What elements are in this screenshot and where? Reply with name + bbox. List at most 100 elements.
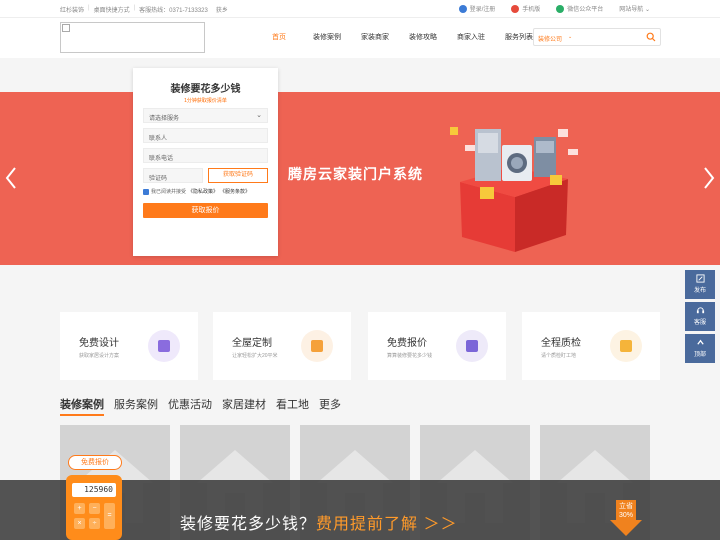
privacy-link[interactable]: 《隐私政策》 [188, 188, 218, 195]
phone-input[interactable]: 联系电话 [143, 148, 268, 163]
calc-key-minus: − [89, 503, 100, 514]
calculator-display: 125960 [72, 483, 116, 497]
arrow-up-icon [696, 339, 704, 345]
cabinet-icon [301, 330, 333, 362]
separator: | [133, 5, 136, 11]
tab-item[interactable]: 装修案例 [60, 396, 104, 416]
terms-link[interactable]: 《服务条款》 [220, 188, 250, 195]
service-card[interactable]: 全屋定制让家轻松扩大20平米 [213, 312, 351, 380]
agree-text: 我已阅读并接受 [151, 189, 187, 195]
top-link[interactable]: 桌面快捷方式 [94, 5, 130, 14]
top-right-link[interactable]: 手机版 [511, 4, 540, 13]
wechat-icon [556, 4, 565, 13]
float-top-label: 顶部 [693, 352, 706, 358]
search-category[interactable]: 装修公司 [538, 34, 562, 43]
service-title: 免费报价 [387, 338, 427, 349]
code-input[interactable]: 验证码 [143, 168, 203, 183]
top-right-links: 登录/注册 手机版 微信公众平台 网站导航 ⌄ [458, 4, 650, 13]
logo-image-broken[interactable] [60, 22, 205, 53]
free-quote-tag[interactable]: 免费报价 [68, 455, 122, 470]
service-card[interactable]: 免费设计获取家居设计方案 [60, 312, 198, 380]
service-card[interactable]: 全程质检 请个质检盯工地 [522, 312, 660, 380]
service-select-value: 请选择服务 [149, 116, 180, 122]
service-select[interactable]: 请选择服务 ⌄ [143, 108, 268, 123]
worker-helmet-icon [610, 330, 642, 362]
top-link[interactable]: 获乡 [216, 5, 228, 14]
service-title: 全屋定制 [232, 338, 272, 349]
top-right-link[interactable]: 微信公众平台 [556, 4, 603, 13]
search-box[interactable]: 装修公司 ⌄ [533, 28, 661, 46]
discount-text: 立省 30% [610, 502, 642, 520]
form-title: 装修要花多少钱 [170, 84, 241, 95]
float-publish-button[interactable]: 发布 [685, 270, 715, 299]
next-arrow-icon[interactable] [702, 166, 716, 190]
tab-item[interactable]: 看工地 [276, 396, 309, 416]
calc-key-equals: = [104, 503, 115, 529]
calculator-icon: 125960 + − × ÷ = [66, 475, 122, 540]
user-icon [458, 4, 467, 13]
get-quote-button[interactable]: 获取报价 [143, 203, 268, 218]
main-nav: 首页 装修案例 家装商家 装修攻略 商家入驻 服务列表 [255, 32, 543, 42]
appliances-gift-box-illustration [450, 127, 578, 252]
top-right-label: 登录/注册 [469, 7, 496, 13]
nav-item[interactable]: 装修攻略 [399, 32, 447, 42]
tab-item[interactable]: 更多 [319, 396, 341, 416]
design-pen-icon [148, 330, 180, 362]
float-service-button[interactable]: 客服 [685, 302, 715, 331]
chevron-down-icon: ⌄ [256, 112, 262, 119]
top-link[interactable]: 红杉装饰 [60, 5, 84, 14]
headset-icon [696, 307, 704, 314]
service-title: 免费设计 [79, 338, 119, 349]
broken-image-icon [62, 24, 70, 32]
service-card[interactable]: 免费报价算算装修要花多少钱 [368, 312, 506, 380]
top-right-label: 微信公众平台 [567, 7, 604, 13]
top-right-label: 网站导航 ⌄ [619, 7, 650, 13]
discount-line2: 30% [618, 512, 633, 519]
promo-highlight-text[interactable]: 费用提前了解 ＞＞ [316, 516, 457, 533]
calc-key-plus: + [74, 503, 85, 514]
agree-checkbox[interactable] [143, 188, 149, 195]
promo-main-text: 装修要花多少钱？ [180, 516, 317, 533]
tab-item[interactable]: 优惠活动 [168, 396, 212, 416]
discount-line1: 立省 [619, 503, 633, 510]
top-links: 红杉装饰 | 桌面快捷方式 | 客服热线：0371-7133323 获乡 [60, 5, 228, 14]
top-bar: 红杉装饰 | 桌面快捷方式 | 客服热线：0371-7133323 获乡 登录/注册 手机版… [0, 0, 720, 18]
promo-text: 装修要花多少钱？费用提前了解 ＞＞ [180, 510, 457, 534]
contact-input[interactable]: 联系人 [143, 128, 268, 143]
hero-banner: 腾房云家装门户系统 [0, 92, 720, 265]
calc-key-times: × [74, 518, 85, 529]
agreement-row: 我已阅读并接受 《隐私政策》 《服务条款》 [143, 188, 250, 195]
float-publish-label: 发布 [693, 288, 706, 294]
float-top-button[interactable]: 顶部 [685, 334, 715, 363]
service-subtitle: 获取家居设计方案 [79, 353, 120, 359]
service-subtitle: 请个质检盯工地 [541, 353, 577, 359]
header: 首页 装修案例 家装商家 装修攻略 商家入驻 服务列表 装修公司 ⌄ [0, 18, 720, 58]
nav-item[interactable]: 装修案例 [303, 32, 351, 42]
tab-item[interactable]: 家居建材 [222, 396, 266, 416]
tab-item[interactable]: 服务案例 [114, 396, 158, 416]
banner-title: 腾房云家装门户系统 [288, 166, 423, 182]
top-link[interactable]: 客服热线：0371-7133323 [139, 5, 208, 14]
float-service-label: 客服 [693, 320, 706, 326]
prev-arrow-icon[interactable] [4, 166, 18, 190]
separator: | [88, 5, 90, 11]
service-subtitle: 算算装修要花多少钱 [387, 353, 433, 359]
edit-icon [695, 274, 705, 283]
form-subtitle: 1分钟获取报价清单 [184, 98, 227, 104]
case-tabs: 装修案例 服务案例 优惠活动 家居建材 看工地 更多 [60, 396, 341, 416]
top-right-link[interactable]: 网站导航 ⌄ [619, 4, 650, 13]
top-right-link[interactable]: 登录/注册 [458, 4, 496, 13]
discount-badge[interactable]: 立省 30% [610, 500, 642, 536]
calculator-icon [456, 330, 488, 362]
nav-item[interactable]: 家装商家 [351, 32, 399, 42]
chevron-down-icon: ⌄ [568, 34, 573, 40]
calc-key-divide: ÷ [89, 518, 100, 529]
service-subtitle: 让家轻松扩大20平米 [232, 353, 278, 359]
phone-icon [511, 4, 520, 13]
quote-form: 装修要花多少钱 1分钟获取报价清单 请选择服务 ⌄ 联系人 联系电话 验证码 获… [133, 68, 278, 256]
nav-item[interactable]: 首页 [255, 32, 303, 42]
search-icon[interactable] [646, 32, 656, 42]
nav-item[interactable]: 商家入驻 [447, 32, 495, 42]
get-code-button[interactable]: 获取验证码 [208, 168, 268, 183]
top-right-label: 手机版 [522, 7, 541, 13]
